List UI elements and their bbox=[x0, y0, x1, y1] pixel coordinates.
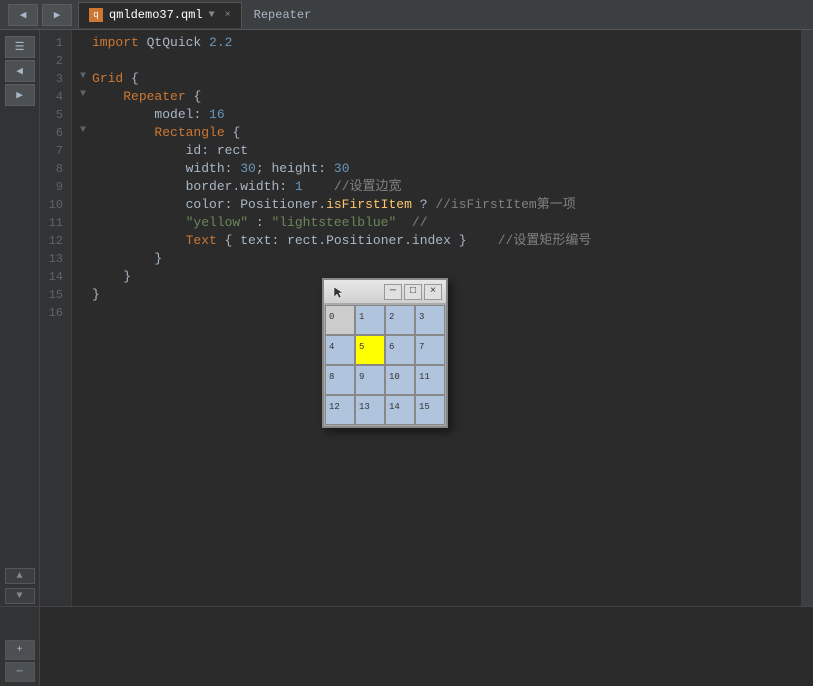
grid-cell-1: 1 bbox=[355, 305, 385, 335]
grid-cell-9: 9 bbox=[355, 365, 385, 395]
code-line-13: } bbox=[72, 250, 801, 268]
code-line-6: ▼ Rectangle { bbox=[72, 124, 801, 142]
grid-cell-12: 12 bbox=[325, 395, 355, 425]
scroll-down-btn[interactable]: ▼ bbox=[5, 588, 35, 604]
grid-cell-6: 6 bbox=[385, 335, 415, 365]
fold-icon-1[interactable] bbox=[76, 34, 90, 48]
repeater-tab[interactable]: Repeater bbox=[242, 2, 324, 28]
grid-cell-2: 2 bbox=[385, 305, 415, 335]
code-line-12: Text { text: rect.Positioner.index } //设… bbox=[72, 232, 801, 250]
bottom-minus-btn[interactable]: ─ bbox=[5, 662, 35, 682]
code-line-4: ▼ Repeater { bbox=[72, 88, 801, 106]
grid-cell-11: 11 bbox=[415, 365, 445, 395]
tab-filename: qmldemo37.qml bbox=[109, 8, 203, 22]
code-line-1: import QtQuick 2.2 bbox=[72, 34, 801, 52]
gutter-btn-1[interactable]: ☰ bbox=[5, 36, 35, 58]
code-line-2 bbox=[72, 52, 801, 70]
code-line-8: width: 30; height: 30 bbox=[72, 160, 801, 178]
fold-icon-6[interactable]: ▼ bbox=[76, 124, 90, 138]
right-scrollbar[interactable] bbox=[801, 30, 813, 606]
code-line-3: ▼ Grid { bbox=[72, 70, 801, 88]
fold-icon-4[interactable]: ▼ bbox=[76, 88, 90, 102]
tab-area: q qmldemo37.qml ▼ × Repeater bbox=[78, 2, 805, 28]
grid-cell-4: 4 bbox=[325, 335, 355, 365]
active-tab[interactable]: q qmldemo37.qml ▼ × bbox=[78, 2, 242, 28]
fold-icon-3[interactable]: ▼ bbox=[76, 70, 90, 84]
grid-container: 0 1 2 3 4 5 6 7 8 9 10 11 12 13 14 15 bbox=[324, 304, 446, 426]
code-content[interactable]: import QtQuick 2.2 ▼ Grid { ▼ Repeater {… bbox=[72, 30, 801, 606]
preview-window[interactable]: ─ □ × 0 1 2 3 4 5 6 7 8 9 10 11 bbox=[322, 278, 448, 428]
bottom-panel: + ─ bbox=[0, 606, 813, 686]
gutter-nav-left[interactable]: ◀ bbox=[5, 60, 35, 82]
main-layout: ☰ ◀ ▶ ▲ ▼ 1 2 3 4 5 6 7 8 9 10 11 12 13 … bbox=[0, 30, 813, 606]
preview-close-btn[interactable]: × bbox=[424, 284, 442, 300]
grid-cell-13: 13 bbox=[355, 395, 385, 425]
preview-titlebar: ─ □ × bbox=[324, 280, 446, 304]
line-numbers: 1 2 3 4 5 6 7 8 9 10 11 12 13 14 15 16 bbox=[40, 30, 72, 606]
tab-close-button[interactable]: × bbox=[225, 10, 231, 21]
code-line-11: "yellow" : "lightsteelblue" // bbox=[72, 214, 801, 232]
grid-cell-8: 8 bbox=[325, 365, 355, 395]
grid-cell-10: 10 bbox=[385, 365, 415, 395]
code-line-7: id: rect bbox=[72, 142, 801, 160]
nav-buttons: ◀ ▶ bbox=[8, 4, 72, 26]
code-area: 1 2 3 4 5 6 7 8 9 10 11 12 13 14 15 16 i… bbox=[40, 30, 813, 606]
grid-cell-5: 5 bbox=[355, 335, 385, 365]
tab-file-icon: q bbox=[89, 8, 103, 22]
bottom-left-gutter: + ─ bbox=[0, 607, 40, 686]
left-gutter: ☰ ◀ ▶ ▲ ▼ bbox=[0, 30, 40, 606]
gutter-nav-right[interactable]: ▶ bbox=[5, 84, 35, 106]
cursor-icon bbox=[332, 285, 346, 299]
preview-minimize-btn[interactable]: ─ bbox=[384, 284, 402, 300]
repeater-tab-label: Repeater bbox=[254, 8, 312, 22]
tab-dropdown-icon[interactable]: ▼ bbox=[209, 10, 215, 21]
code-line-5: model: 16 bbox=[72, 106, 801, 124]
grid-cell-15: 15 bbox=[415, 395, 445, 425]
grid-cell-14: 14 bbox=[385, 395, 415, 425]
nav-forward-button[interactable]: ▶ bbox=[42, 4, 72, 26]
bottom-content bbox=[40, 607, 813, 686]
code-line-9: border.width: 1 //设置边宽 bbox=[72, 178, 801, 196]
grid-cell-7: 7 bbox=[415, 335, 445, 365]
grid-cell-3: 3 bbox=[415, 305, 445, 335]
scroll-up-btn[interactable]: ▲ bbox=[5, 568, 35, 584]
code-line-10: color: Positioner.isFirstItem ? //isFirs… bbox=[72, 196, 801, 214]
grid-cell-0: 0 bbox=[325, 305, 355, 335]
bottom-add-btn[interactable]: + bbox=[5, 640, 35, 660]
nav-back-button[interactable]: ◀ bbox=[8, 4, 38, 26]
title-bar: ◀ ▶ q qmldemo37.qml ▼ × Repeater bbox=[0, 0, 813, 30]
preview-maximize-btn[interactable]: □ bbox=[404, 284, 422, 300]
